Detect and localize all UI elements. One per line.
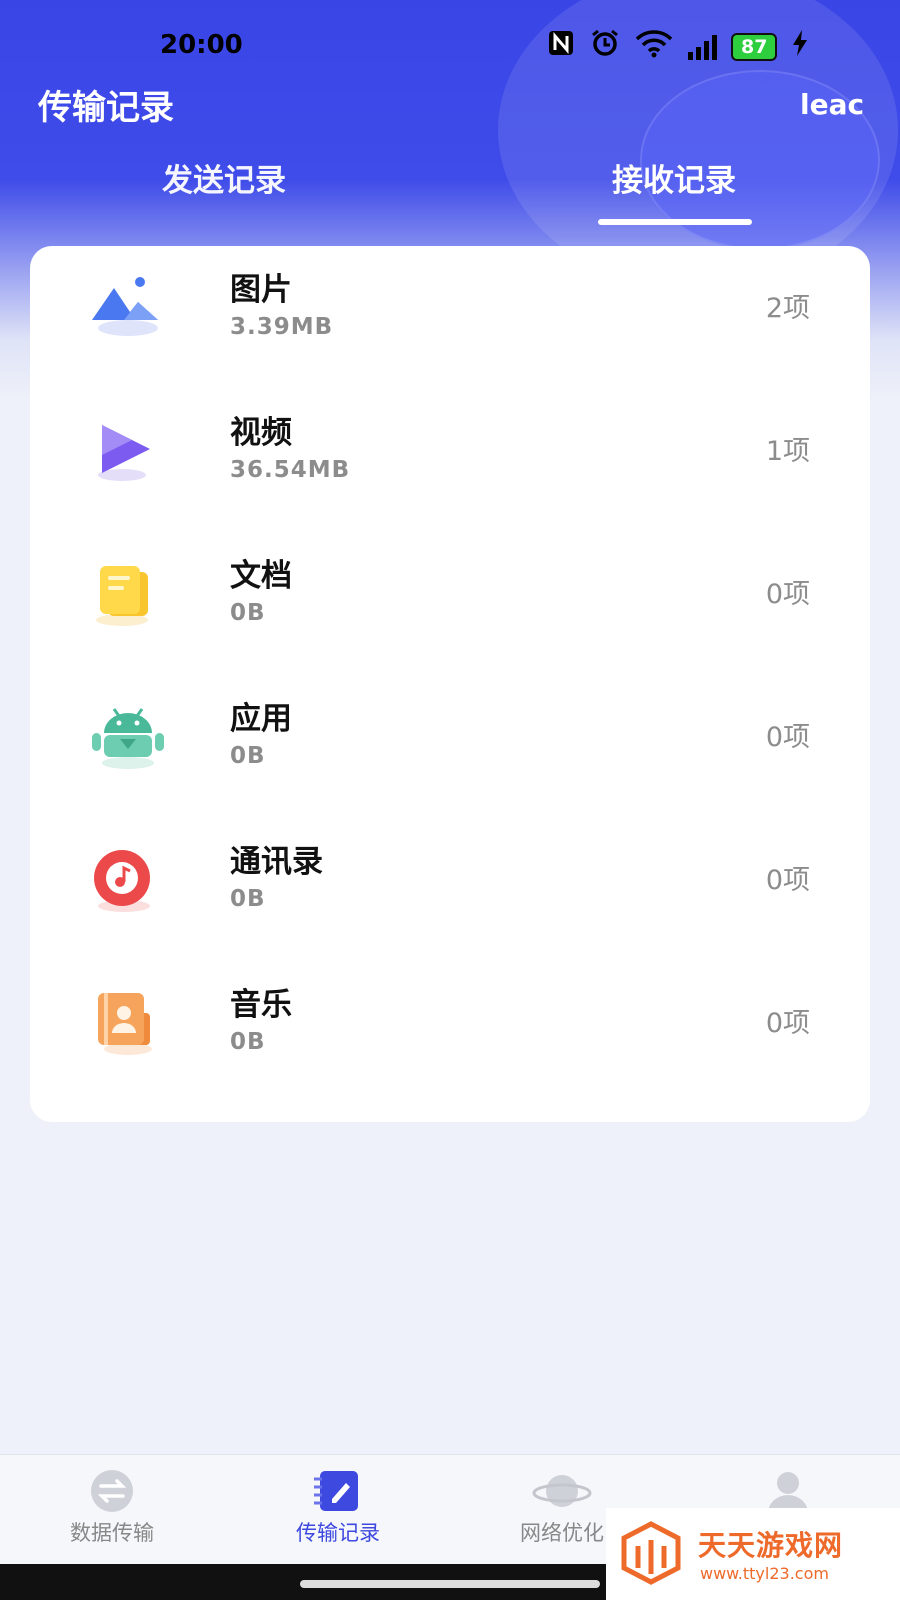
signal-bar — [688, 51, 693, 60]
alarm-clock-icon — [590, 28, 620, 65]
record-name: 音乐 — [230, 987, 292, 1023]
tab-send-records[interactable]: 发送记录 — [148, 155, 300, 200]
image-icon — [88, 268, 168, 348]
record-count: 0项 — [765, 865, 810, 896]
tab-receive-records[interactable]: 接收记录 — [598, 155, 750, 200]
video-play-icon — [88, 411, 168, 491]
signal-bar — [696, 46, 701, 60]
watermark-title: 天天游戏网 — [698, 1529, 844, 1562]
record-name: 图片 — [230, 272, 292, 308]
contact-book-icon — [88, 983, 168, 1063]
record-row-videos[interactable]: 视频 36.54MB 1项 — [30, 389, 870, 535]
record-row-apps[interactable]: 应用 0B 0项 — [30, 675, 870, 821]
charging-bolt-icon — [791, 29, 809, 64]
nfc-icon — [546, 28, 576, 65]
active-tab-indicator — [598, 219, 752, 225]
record-row-documents[interactable]: 文档 0B 0项 — [30, 532, 870, 678]
android-icon — [88, 697, 168, 777]
record-count: 2项 — [765, 293, 810, 324]
music-note-icon — [88, 840, 168, 920]
record-name: 通讯录 — [230, 844, 323, 880]
battery-level: 87 — [731, 32, 778, 61]
record-row-images[interactable]: 图片 3.39MB 2项 — [30, 246, 870, 392]
record-count: 1项 — [765, 436, 810, 467]
record-name: 文档 — [230, 558, 292, 594]
record-size: 36.54MB — [230, 457, 351, 483]
page-title: 传输记录 — [38, 88, 174, 128]
transfer-icon — [82, 1469, 142, 1513]
record-size: 0B — [230, 886, 266, 912]
top-right-text: leac — [800, 88, 865, 121]
record-row-music[interactable]: 音乐 0B 0项 — [30, 961, 870, 1107]
planet-icon — [532, 1469, 592, 1513]
record-name: 应用 — [230, 701, 292, 737]
nav-label: 传输记录 — [296, 1521, 380, 1545]
record-row-contacts[interactable]: 通讯录 0B 0项 — [30, 818, 870, 964]
status-time: 20:00 — [160, 30, 243, 60]
record-count: 0项 — [765, 722, 810, 753]
nav-data-transfer[interactable]: 数据传输 — [42, 1469, 182, 1547]
status-icons: 87 — [546, 28, 809, 65]
record-size: 0B — [230, 600, 266, 626]
record-name: 视频 — [230, 415, 292, 451]
document-icon — [88, 554, 168, 634]
record-count: 0项 — [765, 579, 810, 610]
nav-transfer-records[interactable]: 传输记录 — [268, 1469, 408, 1547]
wifi-icon — [634, 28, 674, 65]
home-indicator[interactable] — [300, 1580, 600, 1588]
watermark: 天天游戏网 www.ttyl23.com — [606, 1508, 900, 1600]
record-notebook-icon — [308, 1469, 368, 1513]
record-size: 0B — [230, 743, 266, 769]
user-icon — [758, 1469, 818, 1513]
record-count: 0项 — [765, 1008, 810, 1039]
record-size: 0B — [230, 1029, 266, 1055]
cellular-signal-icon — [688, 34, 717, 60]
nav-label: 数据传输 — [70, 1521, 154, 1545]
status-bar: 20:00 87 — [0, 24, 900, 68]
record-size: 3.39MB — [230, 314, 334, 340]
watermark-url: www.ttyl23.com — [700, 1564, 829, 1583]
records-card: 图片 3.39MB 2项 视频 36.54MB 1项 文档 0B 0项 应用 0… — [30, 246, 870, 1122]
signal-bar — [712, 34, 717, 60]
signal-bar — [704, 40, 709, 60]
watermark-logo-icon — [621, 1521, 681, 1585]
